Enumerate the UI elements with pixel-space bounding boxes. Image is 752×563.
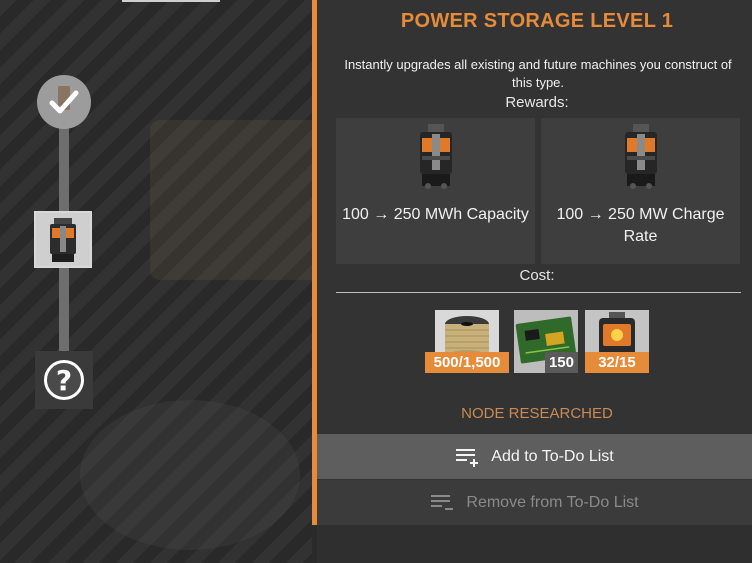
list-remove-icon (431, 494, 454, 510)
panel-footer (317, 525, 752, 563)
cost-item-wire[interactable]: 500/1,500 (425, 310, 509, 373)
add-to-todo-label: Add to To-Do List (491, 447, 614, 465)
cost-amount: 500/1,500 (425, 352, 509, 373)
cost-item-battery[interactable]: 32/15 (585, 310, 649, 373)
tree-node-locked[interactable]: ? (35, 351, 93, 409)
research-status: NODE RESEARCHED (461, 405, 613, 422)
tree-connector-top (122, 0, 220, 2)
node-title: POWER STORAGE LEVEL 1 (400, 10, 674, 32)
add-to-todo-button[interactable]: Add to To-Do List (317, 434, 752, 479)
power-storage-icon (414, 124, 458, 190)
tree-node-selected[interactable] (34, 211, 92, 268)
reward-text: 100 → 250 MW Charge Rate (556, 206, 725, 245)
remove-from-todo-button[interactable]: Remove from To-Do List (317, 480, 752, 525)
reward-card: 100 → 250 MW Charge Rate (541, 118, 740, 264)
remove-from-todo-label: Remove from To-Do List (466, 493, 639, 511)
cost-item-circuit-board[interactable]: 150 (514, 310, 578, 373)
list-add-icon (456, 448, 479, 467)
checkmark-icon (49, 86, 79, 114)
reward-card: 100 → 250 MWh Capacity (336, 118, 535, 264)
background-decoration (80, 400, 300, 550)
cost-label: Cost: (519, 267, 555, 284)
cost-amount: 32/15 (585, 352, 649, 373)
power-storage-icon (50, 217, 76, 262)
tree-node-researched[interactable] (37, 75, 91, 129)
background-decoration (150, 120, 312, 280)
node-detail-panel: POWER STORAGE LEVEL 1 Instantly upgrades… (317, 0, 752, 563)
cost-amount: 150 (544, 352, 578, 373)
reward-text: 100 → 250 MWh Capacity (342, 206, 529, 223)
research-tree: ? (0, 0, 312, 563)
question-mark-icon: ? (44, 360, 84, 400)
divider (336, 292, 741, 293)
rewards-label: Rewards: (505, 94, 569, 111)
power-storage-icon (619, 124, 663, 190)
node-description: Instantly upgrades all existing and futu… (344, 57, 732, 90)
